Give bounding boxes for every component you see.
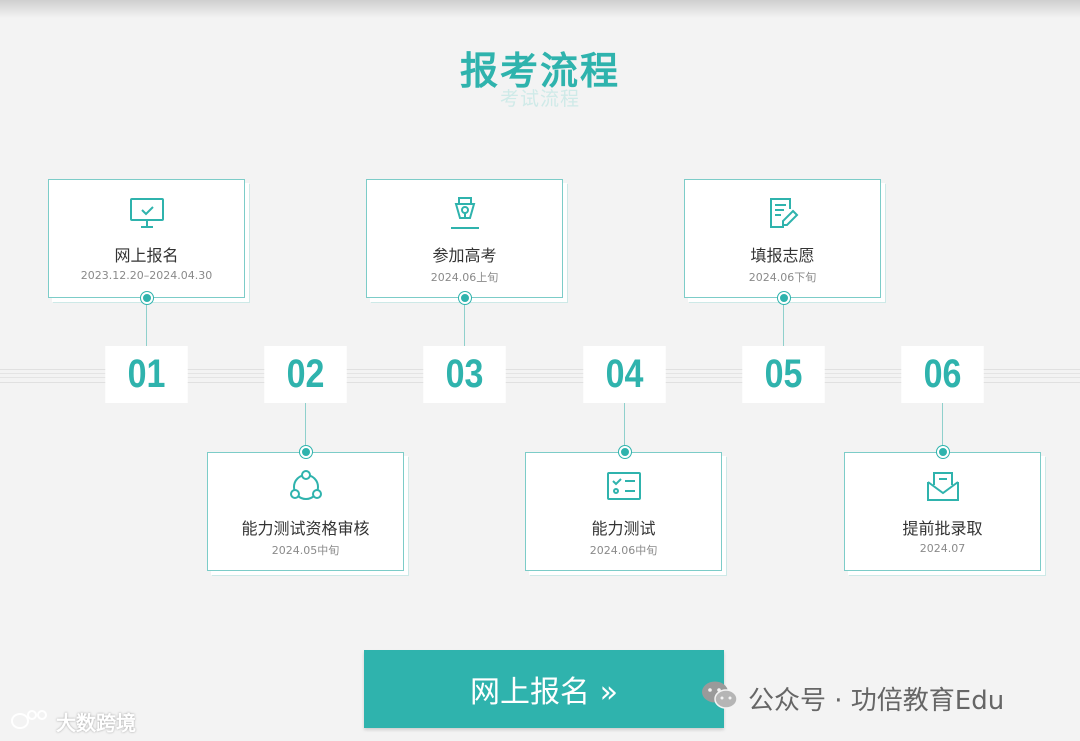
step-number-06: 06 <box>901 346 984 403</box>
step-label: 能力测试 <box>591 519 656 538</box>
step-number-01: 01 <box>105 346 188 403</box>
step-label: 参加高考 <box>432 246 497 265</box>
step-card-fill-preferences[interactable]: 填报志愿 2024.06下旬 <box>684 179 881 298</box>
pen-nib-icon <box>367 196 562 230</box>
watermark-left: 大数跨境 <box>10 706 136 736</box>
step-card-ability-test[interactable]: 能力测试 2024.06中旬 <box>525 452 722 571</box>
checklist-icon <box>526 469 721 503</box>
connector-dot <box>937 446 949 458</box>
top-shadow <box>0 0 1080 18</box>
watermark-left-text: 大数跨境 <box>56 710 136 735</box>
connector-dot <box>619 446 631 458</box>
connector-line <box>783 298 784 348</box>
step-number-04: 04 <box>583 346 666 403</box>
step-date: 2024.06上旬 <box>430 271 499 284</box>
wechat-icon <box>700 679 740 718</box>
watermark-right: 公众号 · 功倍教育Edu <box>700 678 1004 718</box>
step-label: 填报志愿 <box>750 246 815 265</box>
connector-dot <box>778 292 790 304</box>
online-registration-button[interactable]: 网上报名 » <box>364 650 724 728</box>
step-label: 提前批录取 <box>902 519 983 538</box>
step-number-03: 03 <box>423 346 506 403</box>
watermark-right-text: 公众号 · 功倍教育Edu <box>748 685 1005 716</box>
weibo-icon <box>10 707 50 736</box>
edit-document-icon <box>685 196 880 230</box>
page-subtitle: 考试流程 <box>499 88 580 110</box>
step-card-gaokao[interactable]: 参加高考 2024.06上旬 <box>366 179 563 298</box>
envelope-icon <box>845 469 1040 503</box>
step-label: 网上报名 <box>114 246 179 265</box>
step-date: 2024.07 <box>919 542 966 555</box>
step-label: 能力测试资格审核 <box>241 519 370 538</box>
step-date: 2024.06中旬 <box>589 544 658 557</box>
connector-dot <box>300 446 312 458</box>
connector-dot <box>459 292 471 304</box>
connector-line <box>146 298 147 348</box>
step-date: 2023.12.20–2024.04.30 <box>80 269 213 282</box>
step-card-online-registration[interactable]: 网上报名 2023.12.20–2024.04.30 <box>48 179 245 298</box>
connector-line <box>464 298 465 348</box>
connector-dot <box>141 292 153 304</box>
network-nodes-icon <box>208 469 403 503</box>
step-date: 2024.05中旬 <box>271 544 340 557</box>
monitor-check-icon <box>49 196 244 230</box>
step-card-early-admission[interactable]: 提前批录取 2024.07 <box>844 452 1041 571</box>
step-date: 2024.06下旬 <box>748 271 817 284</box>
step-number-05: 05 <box>742 346 825 403</box>
step-number-02: 02 <box>264 346 347 403</box>
step-card-qualification-review[interactable]: 能力测试资格审核 2024.05中旬 <box>207 452 404 571</box>
